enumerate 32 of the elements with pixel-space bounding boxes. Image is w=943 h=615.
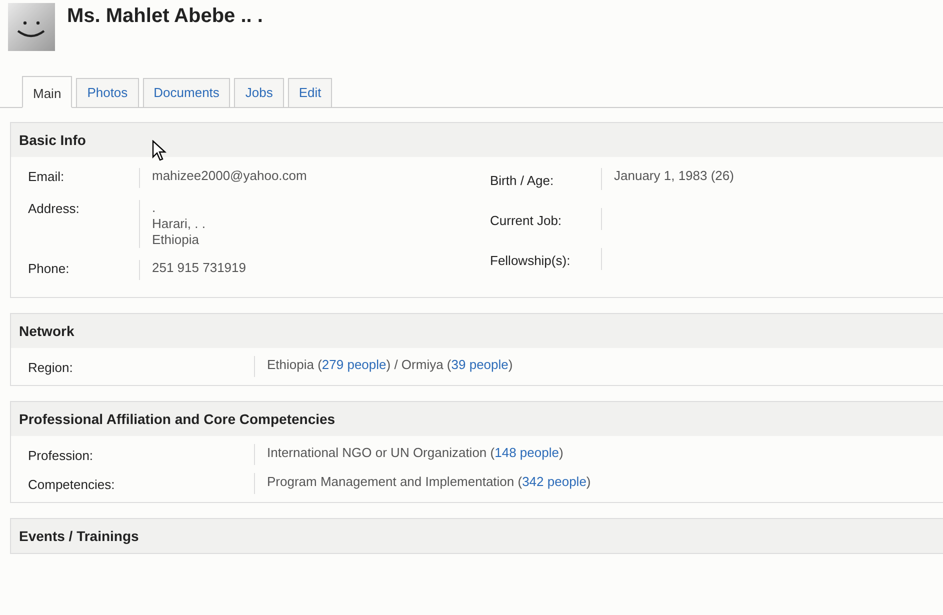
field-label: Profession: — [27, 447, 94, 465]
field-value: Program Management and Implementation (342 people) — [267, 473, 591, 491]
tab[interactable]: Main — [22, 76, 72, 108]
field-value: mahizee2000@yahoo.com — [152, 168, 307, 184]
tab[interactable]: Edit — [288, 78, 332, 107]
field-label: Birth / Age: — [489, 172, 555, 190]
field-label: Address: — [27, 200, 80, 218]
field-value: Ethiopia (279 people) / Ormiya (39 people) — [267, 356, 513, 374]
field-value: International NGO or UN Organization (148 people) — [267, 444, 564, 462]
field-label: Current Job: — [489, 212, 563, 230]
tab[interactable]: Photos — [76, 78, 139, 107]
section-title: Basic Info — [11, 123, 943, 157]
mouse-cursor-icon — [152, 140, 167, 162]
section-title: Professional Affiliation and Core Competencies — [11, 402, 943, 436]
section-title: Events / Trainings — [11, 519, 943, 553]
field-label: Region: — [27, 359, 74, 377]
avatar-icon — [8, 3, 55, 51]
profile-name: Ms. Mahlet Abebe .. . — [67, 4, 263, 29]
field-label: Competencies: — [27, 476, 116, 494]
people-link[interactable]: 148 people — [494, 445, 559, 460]
tab[interactable]: Documents — [142, 78, 230, 107]
field-value: January 1, 1983 (26) — [614, 168, 734, 184]
field-value: 251 915 731919 — [152, 260, 246, 276]
people-link[interactable]: 39 people — [451, 357, 508, 372]
people-link[interactable]: 342 people — [522, 474, 586, 489]
tab[interactable]: Jobs — [234, 78, 284, 107]
people-link[interactable]: 279 people — [322, 357, 386, 372]
field-label: Email: — [27, 168, 66, 186]
field-value: . Harari, . . Ethiopia — [152, 200, 206, 248]
section-title: Network — [11, 314, 943, 348]
field-label: Phone: — [27, 260, 70, 278]
field-label: Fellowship(s): — [489, 252, 572, 270]
